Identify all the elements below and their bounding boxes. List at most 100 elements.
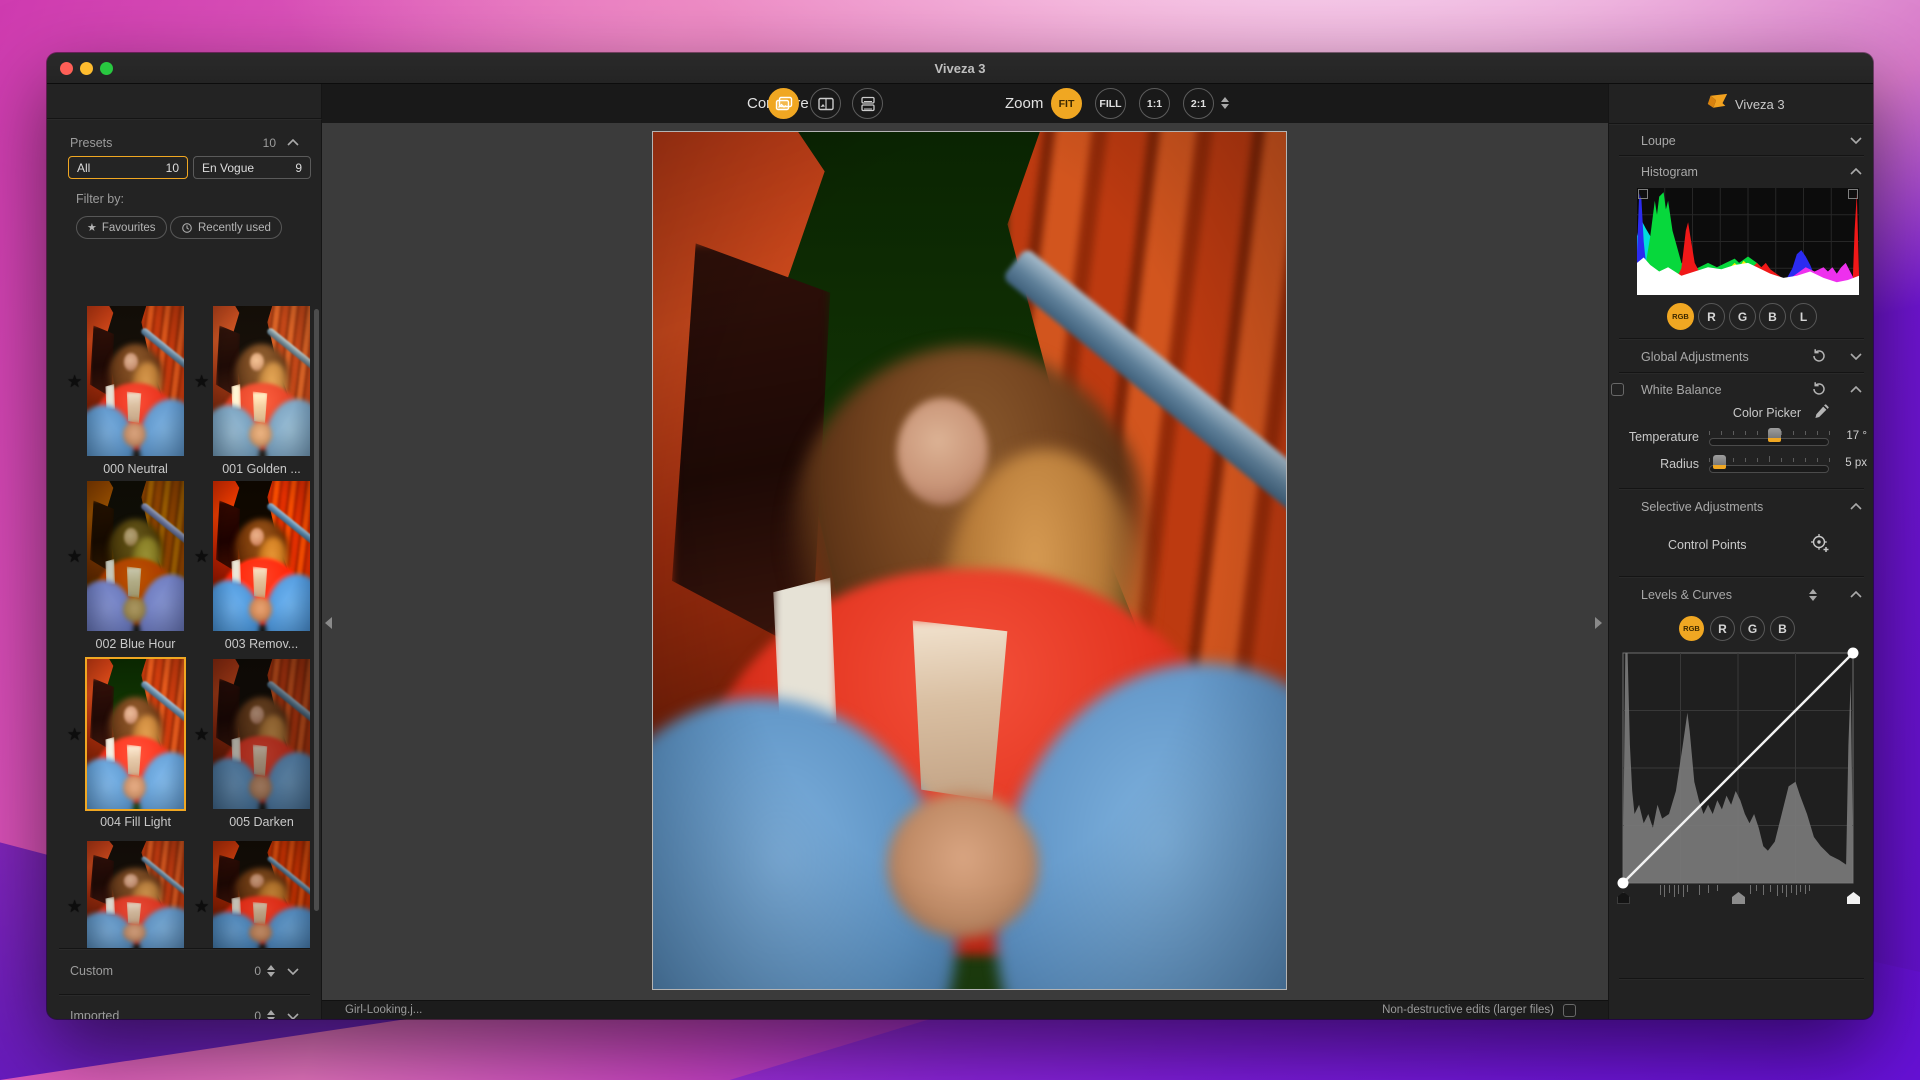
preset-card[interactable]: 003 Remov... (213, 481, 310, 651)
favourite-star-icon[interactable]: ★ (67, 547, 82, 567)
presets-collapse-chevron-up-icon[interactable] (287, 139, 299, 146)
selective-adjustments-chevron-up-icon[interactable] (1850, 503, 1862, 510)
preset-card[interactable]: 002 Blue Hour (87, 481, 184, 651)
global-adjustments-chevron-down-icon[interactable] (1850, 353, 1862, 360)
slider-track[interactable] (1709, 465, 1829, 473)
collapse-left-panel-arrow-icon[interactable] (325, 617, 332, 629)
compare-split-horizontal-button[interactable] (852, 88, 883, 119)
slider-tick (1745, 431, 1746, 435)
tone-curve-chart[interactable] (1617, 647, 1859, 889)
white-balance-chevron-up-icon[interactable] (1850, 386, 1862, 393)
zoom-1to1-button[interactable]: 1:1 (1139, 88, 1170, 119)
slider-thumb[interactable] (1767, 428, 1781, 442)
radius-slider[interactable] (1709, 454, 1830, 474)
zone-tick (1669, 885, 1670, 893)
histogram-shadow-clipping-checkbox[interactable] (1638, 189, 1648, 199)
loupe-section-label: Loupe (1641, 134, 1676, 148)
preset-card[interactable]: 000 Neutral (87, 306, 184, 476)
add-control-point-icon[interactable] (1809, 532, 1831, 554)
favourite-star-icon[interactable]: ★ (67, 372, 82, 392)
photo-composition (213, 659, 310, 809)
zoom-level-stepper[interactable] (1221, 97, 1229, 109)
loupe-chevron-down-icon[interactable] (1850, 137, 1862, 144)
zoom-fit-button[interactable]: FIT (1051, 88, 1082, 119)
zoom-2to1-button[interactable]: 2:1 (1183, 88, 1214, 119)
preset-thumbnail (213, 481, 310, 631)
histogram-channel-r-button[interactable]: R (1698, 303, 1725, 330)
temperature-slider[interactable] (1709, 427, 1830, 447)
compare-single-button[interactable] (768, 88, 799, 119)
favourite-star-icon[interactable]: ★ (67, 897, 82, 917)
preset-card[interactable]: 001 Golden ... (213, 306, 310, 476)
slider-thumb[interactable] (1712, 455, 1726, 469)
eyedropper-icon[interactable] (1813, 404, 1829, 420)
histogram-channel-g-button[interactable]: G (1729, 303, 1756, 330)
histogram-section-label: Histogram (1641, 165, 1698, 179)
favourite-star-icon[interactable]: ★ (194, 897, 209, 917)
titlebar: Viveza 3 (47, 53, 1873, 84)
favourite-star-icon[interactable]: ★ (194, 372, 209, 392)
custom-expand-chevron-down-icon[interactable] (287, 968, 299, 975)
temperature-value: 17 ° (1846, 430, 1867, 442)
filter-recently-used-button[interactable]: Recently used (170, 216, 282, 239)
imported-expand-chevron-down-icon[interactable] (287, 1013, 299, 1019)
zoom-fill-button[interactable]: FILL (1095, 88, 1126, 119)
non-destructive-checkbox[interactable] (1563, 1004, 1576, 1017)
white-balance-enable-checkbox[interactable] (1611, 383, 1624, 396)
temperature-label: Temperature (1628, 430, 1699, 444)
imported-count-stepper[interactable] (267, 1010, 275, 1019)
preset-card[interactable] (213, 841, 310, 948)
tab-count: 10 (165, 160, 179, 175)
tab-all-presets[interactable]: All 10 (68, 156, 188, 179)
histogram-chevron-up-icon[interactable] (1850, 168, 1862, 175)
compare-split-vertical-button[interactable] (810, 88, 841, 119)
radius-label: Radius (1660, 457, 1699, 471)
preset-thumbnail (85, 657, 186, 811)
preset-card[interactable] (87, 841, 184, 948)
preset-card[interactable]: 005 Darken (213, 659, 310, 829)
zone-tick (1687, 885, 1689, 892)
presets-scrollbar[interactable] (314, 309, 319, 911)
slider-tick (1757, 431, 1758, 435)
reset-icon[interactable] (1811, 348, 1827, 364)
slider-tick (1805, 458, 1806, 462)
curves-channel-r-button[interactable]: R (1710, 616, 1735, 641)
histogram-channel-l-button[interactable]: L (1790, 303, 1817, 330)
favourite-star-icon[interactable]: ★ (67, 725, 82, 745)
desktop-wallpaper: Viveza 3 Compare (0, 0, 1920, 1080)
zone-tick (1809, 885, 1811, 891)
collapse-right-panel-arrow-icon[interactable] (1595, 617, 1602, 629)
main-image[interactable] (652, 131, 1287, 990)
preset-label: 005 Darken (229, 815, 294, 829)
favourite-star-icon[interactable]: ★ (194, 725, 209, 745)
curves-channel-b-button[interactable]: B (1770, 616, 1795, 641)
statusbar: Girl-Looking.j... Non-destructive edits … (322, 1000, 1608, 1019)
zone-tick (1659, 885, 1661, 895)
filter-by-label: Filter by: (76, 192, 124, 206)
preset-label: 000 Neutral (103, 462, 168, 476)
reset-icon[interactable] (1811, 381, 1827, 397)
histogram-highlight-clipping-checkbox[interactable] (1848, 189, 1858, 199)
curves-channel-g-button[interactable]: G (1740, 616, 1765, 641)
levels-curves-chevron-up-icon[interactable] (1850, 591, 1862, 598)
slider-tick (1733, 458, 1734, 462)
histogram-channel-b-button[interactable]: B (1759, 303, 1786, 330)
preset-thumbnail (87, 841, 184, 948)
slider-tick (1745, 458, 1746, 462)
zone-tick (1800, 885, 1802, 892)
custom-count-stepper[interactable] (267, 965, 275, 977)
histogram-channel-rgb-button[interactable]: RGB (1667, 303, 1694, 330)
curves-channel-rgb-button[interactable]: RGB (1679, 616, 1704, 641)
photo-composition (87, 481, 184, 631)
slider-tick (1829, 458, 1830, 462)
levels-curves-stepper[interactable] (1809, 589, 1817, 601)
favourite-star-icon[interactable]: ★ (194, 547, 209, 567)
zone-tick (1749, 885, 1751, 894)
zone-tick (1804, 885, 1806, 894)
tab-label: En Vogue (202, 160, 255, 175)
preset-label: 004 Fill Light (100, 815, 171, 829)
tab-en-vogue[interactable]: En Vogue 9 (193, 156, 311, 179)
divider (1619, 576, 1864, 577)
filter-favourites-button[interactable]: ★ Favourites (76, 216, 167, 239)
preset-card[interactable]: 004 Fill Light (85, 657, 186, 829)
